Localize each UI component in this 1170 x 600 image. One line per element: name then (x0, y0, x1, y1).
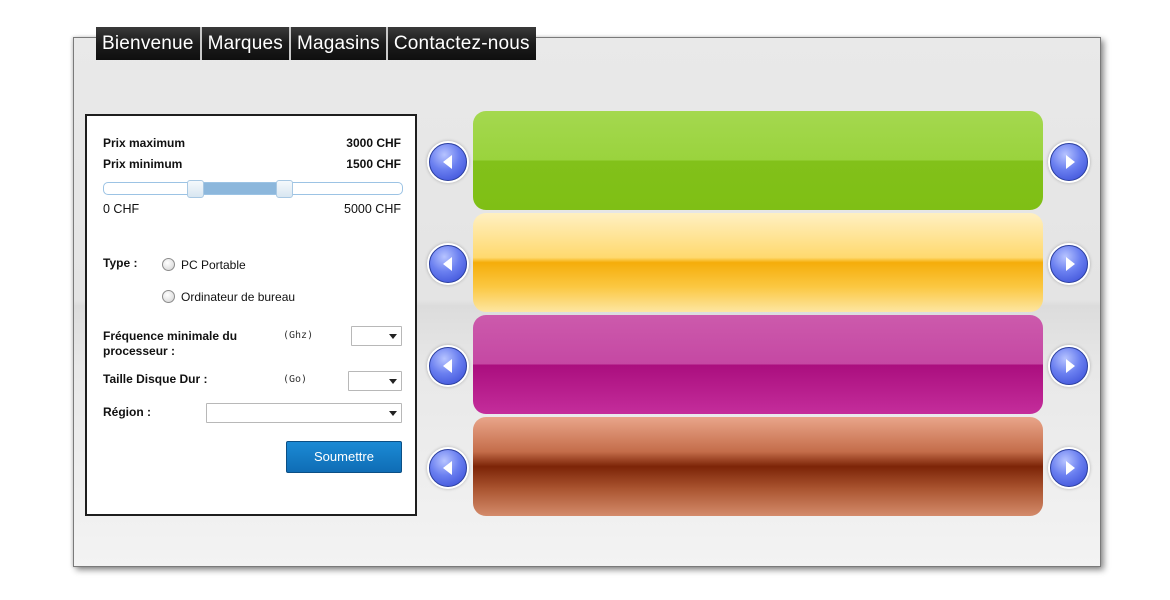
chevron-down-icon (389, 411, 397, 416)
price-min-label: Prix minimum (103, 157, 183, 171)
disk-size-select[interactable] (348, 371, 402, 391)
arrow-left-icon (443, 155, 452, 169)
arrow-right-icon (1066, 359, 1075, 373)
cpu-frequency-label: Fréquence minimale du processeur : (103, 329, 238, 358)
slider-handle-max[interactable] (276, 180, 293, 198)
submit-button[interactable]: Soumettre (286, 441, 402, 473)
nav-tabs: Bienvenue Marques Magasins Contactez-nou… (96, 27, 536, 60)
option-pc-portable-label: PC Portable (181, 258, 246, 272)
price-min-value: 1500 CHF (346, 157, 401, 171)
arrow-left-icon (443, 359, 452, 373)
disk-unit: (Go) (283, 374, 308, 385)
row4-prev-button[interactable] (429, 449, 467, 487)
tab-bienvenue[interactable]: Bienvenue (96, 27, 202, 60)
carousel-row-3[interactable] (473, 315, 1043, 414)
price-max-label: Prix maximum (103, 136, 186, 150)
row3-next-button[interactable] (1050, 347, 1088, 385)
slider-handle-min[interactable] (187, 180, 204, 198)
cpu-frequency-select[interactable] (351, 326, 402, 346)
arrow-left-icon (443, 461, 452, 475)
slider-range-min-label: 0 CHF (103, 202, 140, 216)
carousel-row-1[interactable] (473, 111, 1043, 210)
type-label: Type : (103, 256, 138, 270)
arrow-right-icon (1066, 257, 1075, 271)
chevron-down-icon (389, 379, 397, 384)
price-max-value: 3000 CHF (346, 136, 401, 150)
radio-pc-portable[interactable] (162, 258, 175, 271)
disk-size-label: Taille Disque Dur : (103, 372, 208, 386)
slider-selected-range (195, 183, 285, 194)
option-ordinateur-de-bureau-label: Ordinateur de bureau (181, 290, 296, 304)
row4-next-button[interactable] (1050, 449, 1088, 487)
region-select[interactable] (206, 403, 402, 423)
price-range-slider[interactable] (103, 180, 403, 198)
row2-prev-button[interactable] (429, 245, 467, 283)
tab-contactez-nous[interactable]: Contactez-nous (387, 27, 536, 60)
arrow-right-icon (1066, 461, 1075, 475)
tab-marques[interactable]: Marques (201, 27, 291, 60)
chevron-down-icon (389, 334, 397, 339)
row1-prev-button[interactable] (429, 143, 467, 181)
cpu-unit: (Ghz) (283, 330, 314, 341)
tab-magasins[interactable]: Magasins (290, 27, 388, 60)
slider-range-max-label: 5000 CHF (344, 202, 401, 216)
filter-panel: Prix maximum 3000 CHF Prix minimum 1500 … (85, 114, 417, 516)
row1-next-button[interactable] (1050, 143, 1088, 181)
arrow-left-icon (443, 257, 452, 271)
arrow-right-icon (1066, 155, 1075, 169)
row3-prev-button[interactable] (429, 347, 467, 385)
region-label: Région : (103, 405, 151, 419)
carousel-row-2[interactable] (473, 213, 1043, 312)
carousel-row-4[interactable] (473, 417, 1043, 516)
row2-next-button[interactable] (1050, 245, 1088, 283)
radio-ordinateur-de-bureau[interactable] (162, 290, 175, 303)
